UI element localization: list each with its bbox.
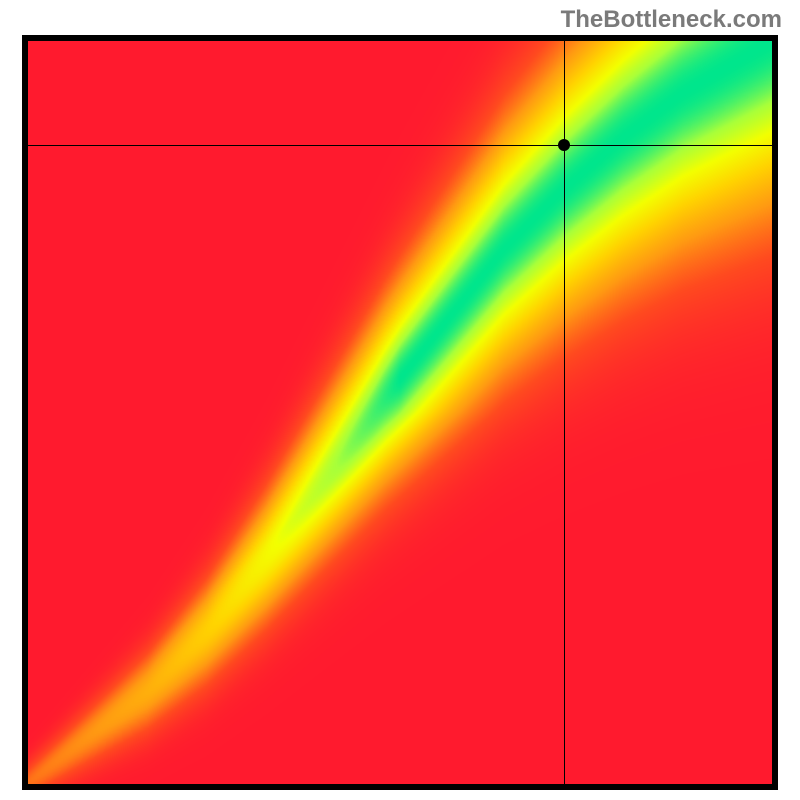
heatmap-canvas [28,41,772,784]
watermark-text: TheBottleneck.com [561,6,782,34]
marker-dot [558,139,570,151]
chart-frame [22,35,778,790]
crosshair-vertical [564,41,565,784]
crosshair-horizontal [28,145,772,146]
